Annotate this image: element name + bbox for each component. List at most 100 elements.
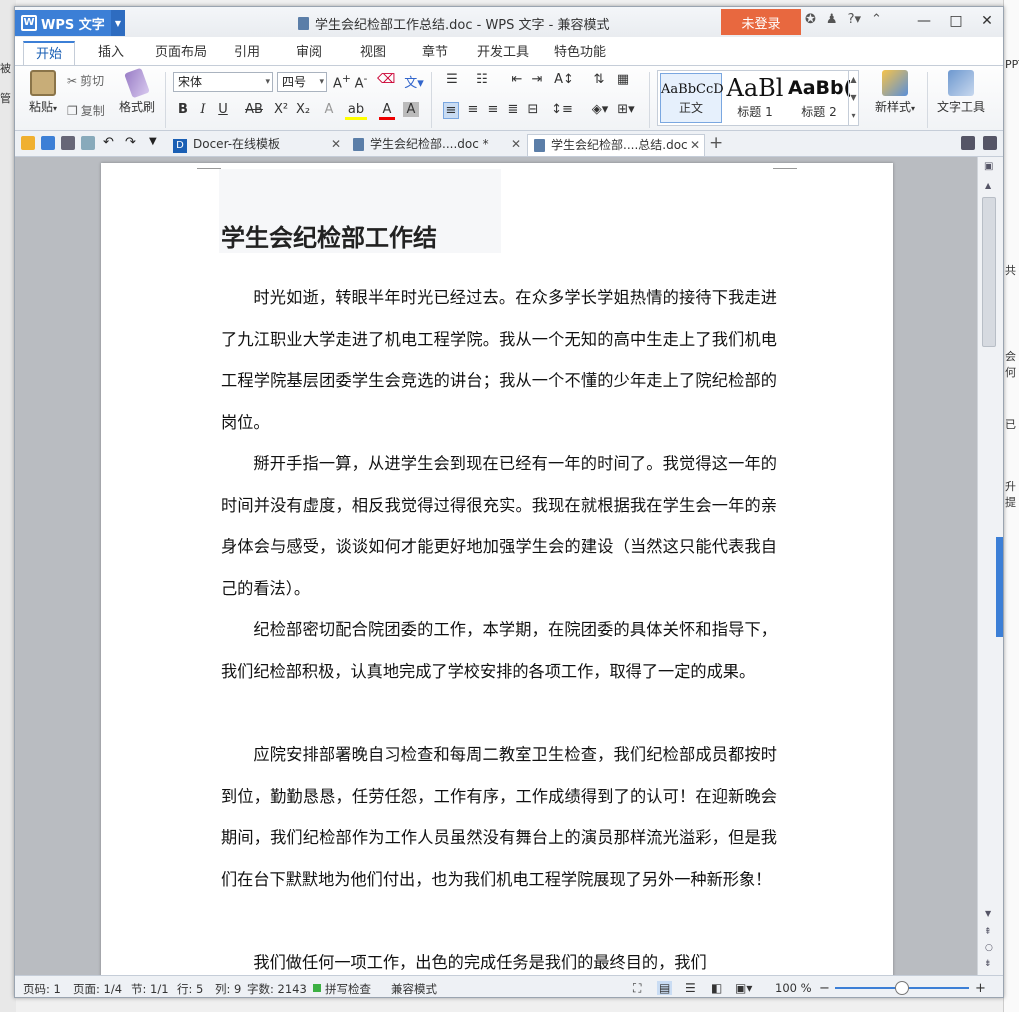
- bold-icon[interactable]: B: [175, 102, 191, 117]
- zoom-in-icon[interactable]: +: [975, 981, 986, 996]
- tab-home[interactable]: 开始: [23, 41, 75, 65]
- save-icon[interactable]: [41, 136, 55, 150]
- status-section[interactable]: 节: 1/1: [131, 981, 169, 997]
- maximize-button[interactable]: □: [940, 7, 972, 35]
- status-page-code[interactable]: 页码: 1: [23, 981, 61, 997]
- doc-tab[interactable]: D Docer-在线模板 ✕: [167, 134, 345, 156]
- highlight-icon[interactable]: ab: [345, 102, 367, 120]
- sort-icon[interactable]: ⇅: [591, 72, 607, 87]
- close-icon[interactable]: ✕: [511, 134, 521, 154]
- select-browse-icon[interactable]: ○: [985, 943, 993, 953]
- subscript-icon[interactable]: X₂: [295, 102, 311, 117]
- char-spacing-icon[interactable]: A↕: [553, 72, 575, 87]
- status-word-count[interactable]: 字数: 2143: [247, 981, 307, 997]
- style-heading-1[interactable]: AaBl 标题 1: [724, 73, 786, 123]
- customize-qa-icon[interactable]: ▼: [149, 136, 157, 147]
- tab-insert[interactable]: 插入: [85, 41, 137, 65]
- style-heading-2[interactable]: AaBb( 标题 2: [788, 73, 850, 123]
- split-view-icon[interactable]: ▣: [984, 161, 993, 172]
- print-icon[interactable]: [61, 136, 75, 150]
- distribute-icon[interactable]: ⊟: [525, 102, 541, 117]
- chevron-down-icon[interactable]: ▼: [111, 10, 125, 36]
- styles-scroll[interactable]: ▲ ▼ ▾: [848, 71, 858, 125]
- status-pages[interactable]: 页面: 1/4: [73, 981, 122, 997]
- status-zoom[interactable]: 100 %: [775, 981, 812, 995]
- font-name-combo[interactable]: 宋体: [173, 72, 273, 92]
- pinyin-icon[interactable]: 文▾: [403, 72, 425, 91]
- page-view-icon[interactable]: ▤: [657, 981, 673, 995]
- font-size-combo[interactable]: 四号: [277, 72, 327, 92]
- shading-icon[interactable]: ◈▾: [589, 102, 611, 117]
- scroll-down-icon[interactable]: ▼: [985, 909, 991, 918]
- tab-developer[interactable]: 开发工具: [467, 41, 539, 65]
- open-icon[interactable]: [21, 136, 35, 150]
- new-tab-icon[interactable]: +: [709, 133, 723, 153]
- outline-view-icon[interactable]: ☰: [685, 981, 696, 995]
- copy-button[interactable]: ❐ 复制: [67, 102, 105, 119]
- align-right-icon[interactable]: ≡: [485, 102, 501, 117]
- close-button[interactable]: ✕: [971, 7, 1003, 35]
- doc-tab[interactable]: 学生会纪检部....doc * ✕: [347, 134, 525, 156]
- task-pane-toggle[interactable]: [996, 537, 1003, 637]
- web-view-icon[interactable]: ◧: [711, 981, 722, 995]
- text-effect-icon[interactable]: A: [321, 102, 337, 117]
- prev-page-icon[interactable]: ⇞: [984, 927, 992, 937]
- justify-icon[interactable]: ≣: [505, 102, 521, 117]
- status-spell-check[interactable]: 拼写检查: [325, 981, 371, 997]
- text-tools-button[interactable]: 文字工具: [933, 70, 989, 115]
- shrink-font-icon[interactable]: A-: [353, 72, 369, 91]
- font-color-icon[interactable]: A: [379, 102, 395, 120]
- tab-special[interactable]: 特色功能: [545, 41, 615, 65]
- zoom-slider-knob[interactable]: [895, 981, 909, 995]
- wps-menu-button[interactable]: W WPS 文字 ▼: [15, 10, 125, 36]
- cut-button[interactable]: ✂ 剪切: [67, 72, 104, 89]
- undo-icon[interactable]: ↶: [103, 135, 114, 150]
- italic-icon[interactable]: I: [195, 102, 211, 117]
- tab-page-layout[interactable]: 页面布局: [145, 41, 217, 65]
- scroll-up-icon[interactable]: ▲: [985, 181, 991, 190]
- tab-references[interactable]: 引用: [223, 41, 271, 65]
- close-icon[interactable]: ✕: [690, 135, 700, 155]
- increase-indent-icon[interactable]: ⇥: [529, 72, 545, 87]
- table-icon[interactable]: ▦: [615, 72, 631, 87]
- tab-chapter[interactable]: 章节: [411, 41, 459, 65]
- skin-icon[interactable]: ✪: [805, 12, 816, 27]
- tab-list-icon[interactable]: [961, 136, 975, 150]
- zoom-out-icon[interactable]: −: [819, 981, 830, 996]
- align-center-icon[interactable]: ≡: [465, 102, 481, 117]
- paste-button[interactable]: 粘贴▾: [23, 70, 63, 115]
- new-style-button[interactable]: 新样式▾: [867, 70, 923, 115]
- status-row[interactable]: 行: 5: [177, 981, 203, 997]
- status-col[interactable]: 列: 9: [215, 981, 241, 997]
- align-left-icon[interactable]: ≡: [443, 102, 459, 119]
- minimize-button[interactable]: —: [908, 7, 940, 35]
- print-preview-icon[interactable]: [81, 136, 95, 150]
- grow-font-icon[interactable]: A+: [333, 72, 351, 91]
- numbering-icon[interactable]: ☷: [471, 72, 493, 87]
- login-button[interactable]: 未登录: [721, 9, 801, 35]
- document-page[interactable]: 学生会纪检部工作结 时光如逝，转眼半年时光已经过去。在众多学长学姐热情的接待下我…: [101, 163, 893, 983]
- tab-view[interactable]: 视图: [349, 41, 397, 65]
- bullets-icon[interactable]: ☰: [441, 72, 463, 87]
- doc-tab-active[interactable]: 学生会纪检部....总结.doc ✕: [527, 134, 705, 156]
- help-icon[interactable]: ?▾: [848, 12, 861, 27]
- format-painter-button[interactable]: 格式刷: [115, 67, 159, 115]
- reading-view-icon[interactable]: ▣▾: [735, 981, 752, 995]
- line-spacing-icon[interactable]: ↕≡: [551, 102, 573, 117]
- close-icon[interactable]: ✕: [331, 134, 341, 154]
- style-normal[interactable]: AaBbCcD 正文: [660, 73, 724, 123]
- next-page-icon[interactable]: ⇟: [984, 959, 992, 969]
- strikethrough-icon[interactable]: AB: [243, 102, 265, 117]
- shirt-icon[interactable]: ♟: [826, 12, 838, 27]
- borders-icon[interactable]: ⊞▾: [615, 102, 637, 117]
- decrease-indent-icon[interactable]: ⇤: [509, 72, 525, 87]
- underline-icon[interactable]: U: [215, 102, 231, 117]
- char-shading-icon[interactable]: A: [403, 102, 419, 117]
- tab-menu-icon[interactable]: [983, 136, 997, 150]
- redo-icon[interactable]: ↷: [125, 135, 136, 150]
- clear-format-icon[interactable]: ⌫: [377, 72, 395, 87]
- superscript-icon[interactable]: X²: [273, 102, 289, 117]
- scroll-thumb[interactable]: [982, 197, 996, 347]
- tab-review[interactable]: 审阅: [285, 41, 333, 65]
- full-screen-icon[interactable]: ⛶: [633, 981, 641, 996]
